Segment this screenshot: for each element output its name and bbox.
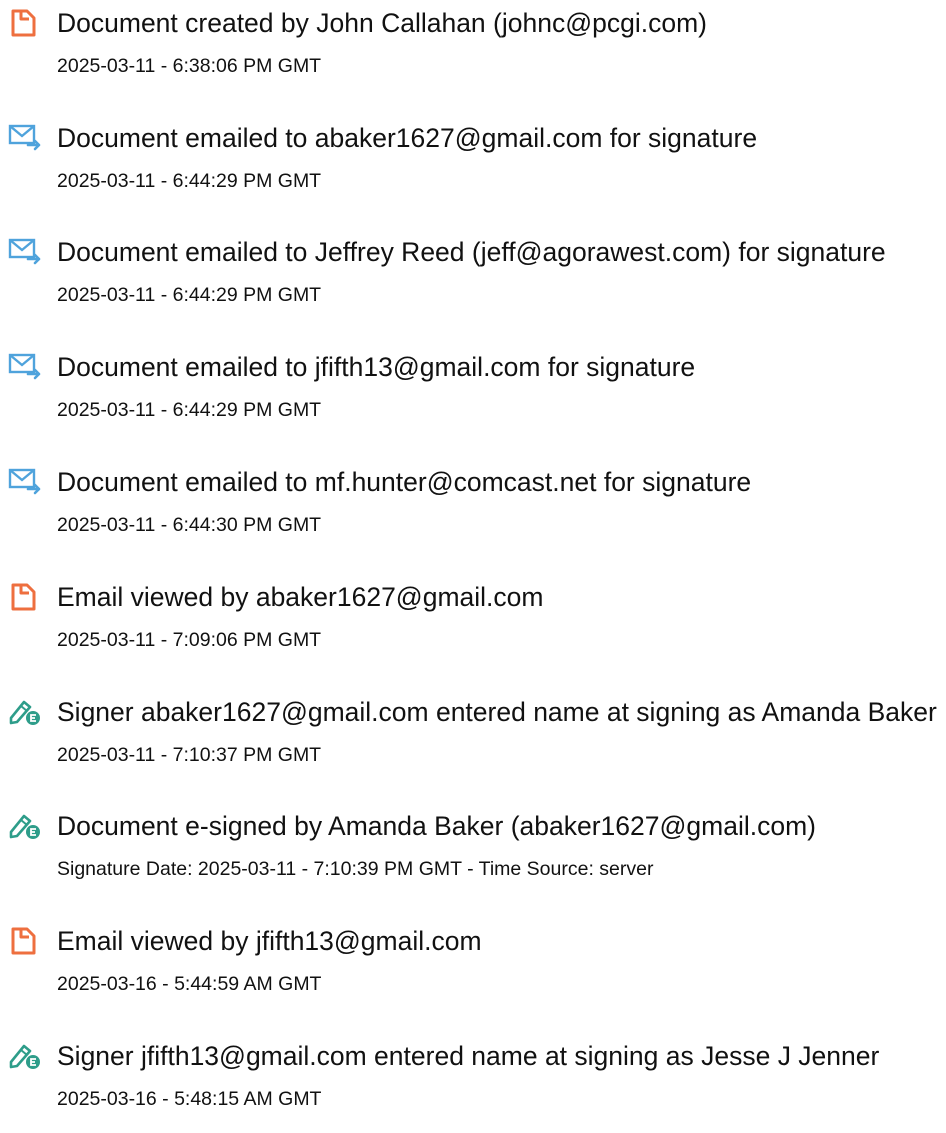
entry-title: Document e-signed by Amanda Baker (abake… <box>57 811 816 841</box>
audit-entry: Document emailed to Jeffrey Reed (jeff@a… <box>0 229 946 329</box>
audit-entry: Document emailed to jfifth13@gmail.com f… <box>0 344 946 444</box>
entry-timestamp: 2025-03-11 - 6:44:29 PM GMT <box>57 170 322 192</box>
document-icon <box>8 8 42 37</box>
entry-title: Document emailed to jfifth13@gmail.com f… <box>57 352 696 382</box>
entry-title: Document emailed to Jeffrey Reed (jeff@a… <box>57 237 886 267</box>
email-icon <box>8 123 42 151</box>
email-icon <box>8 237 42 265</box>
email-icon <box>8 352 42 380</box>
audit-entry: Signer jfifth13@gmail.com entered name a… <box>0 1033 946 1133</box>
entry-title: Signer jfifth13@gmail.com entered name a… <box>57 1041 880 1071</box>
entry-title: Email viewed by jfifth13@gmail.com <box>57 926 482 956</box>
email-icon <box>8 467 42 495</box>
audit-entry: Email viewed by abaker1627@gmail.com 202… <box>0 574 946 674</box>
entry-title: Email viewed by abaker1627@gmail.com <box>57 582 544 612</box>
entry-timestamp: 2025-03-16 - 5:44:59 AM GMT <box>57 973 322 995</box>
esign-icon <box>8 811 42 839</box>
entry-title: Document emailed to abaker1627@gmail.com… <box>57 123 758 153</box>
audit-entry: Signer abaker1627@gmail.com entered name… <box>0 689 946 789</box>
audit-entry: Document emailed to abaker1627@gmail.com… <box>0 115 946 215</box>
entry-title: Signer abaker1627@gmail.com entered name… <box>57 697 937 727</box>
entry-timestamp: 2025-03-11 - 7:10:37 PM GMT <box>57 744 322 766</box>
audit-entry: Email viewed by jfifth13@gmail.com 2025-… <box>0 918 946 1018</box>
document-icon <box>8 926 42 955</box>
entry-title: Document emailed to mf.hunter@comcast.ne… <box>57 467 752 497</box>
entry-title: Document created by John Callahan (johnc… <box>57 8 707 38</box>
audit-entry: Document created by John Callahan (johnc… <box>0 0 946 100</box>
entry-timestamp: 2025-03-11 - 6:44:30 PM GMT <box>57 514 322 536</box>
entry-timestamp: 2025-03-11 - 6:38:06 PM GMT <box>57 55 322 77</box>
entry-timestamp: 2025-03-16 - 5:48:15 AM GMT <box>57 1088 322 1110</box>
audit-entry: Document e-signed by Amanda Baker (abake… <box>0 803 946 903</box>
entry-timestamp: 2025-03-11 - 6:44:29 PM GMT <box>57 284 322 306</box>
entry-timestamp: 2025-03-11 - 6:44:29 PM GMT <box>57 399 322 421</box>
esign-icon <box>8 697 42 725</box>
entry-timestamp: Signature Date: 2025-03-11 - 7:10:39 PM … <box>57 858 654 880</box>
entry-timestamp: 2025-03-11 - 7:09:06 PM GMT <box>57 629 322 651</box>
document-icon <box>8 582 42 611</box>
esign-icon <box>8 1041 42 1069</box>
audit-entry: Document emailed to mf.hunter@comcast.ne… <box>0 459 946 559</box>
